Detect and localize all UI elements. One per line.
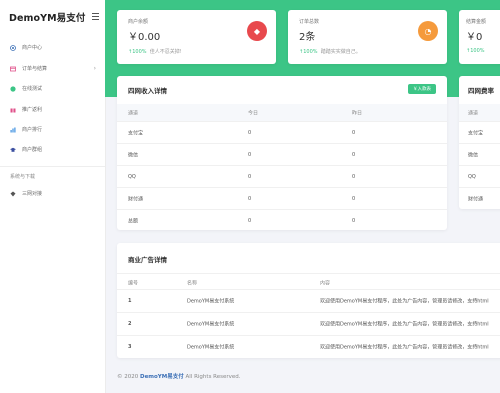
column-header: 内容 [320,280,331,286]
panel-title: 商业广告详情 [128,256,167,264]
table-row: 支付宝 [459,121,500,144]
column-header: 编号 [128,280,139,286]
stat-percent: 100% [470,48,485,54]
ads-panel: 商业广告详情 编号 名称 内容 1 DemoYM易支付系统 欢迎使用DemoYM易支… [117,243,500,358]
diamond-icon: ◆ [247,21,267,41]
stat-value: ￥0 [466,32,483,43]
test-icon [10,85,16,92]
table-row: QQ 0 0 [117,165,447,188]
stat-note: 踏踏实实做自己。 [320,49,361,55]
income-panel: 四网收入详情 ￥入款表 通道 今日 昨日 支付宝 0 0 微信 0 0 QQ 0 0 财付通… [117,76,447,230]
footer-copyright: © 2020 [117,374,139,380]
sidebar-section-title: 系统与下载 [10,174,36,180]
column-header: 通道 [468,110,479,116]
stat-value: ￥0.00 [128,32,161,43]
sidebar-item-label: 在线测试 [22,86,43,92]
stat-value: 2条 [299,32,316,43]
menu-toggle-icon[interactable] [92,13,99,22]
table-row: 3 DemoYM易支付系统 欢迎使用DemoYM易支付程序，此处为广告内容，管理员请… [117,335,500,358]
grad-cap-icon [10,147,16,153]
deposit-table-button[interactable]: ￥入款表 [408,84,436,94]
stat-subtext: ↑100% 佳人不忍关掉! [128,48,182,55]
sidebar-item-groups[interactable]: 商户群组 [10,146,96,153]
column-header: 通道 [128,110,139,116]
pie-icon: ◔ [418,21,438,41]
column-header: 昨日 [352,110,363,116]
stat-card-balance: 商户余额 ￥0.00 ↑100% 佳人不忍关掉! ◆ [117,10,276,64]
stat-note: 佳人不忍关掉! [149,49,182,55]
sidebar-item-online-test[interactable]: 在线测试 [10,85,96,92]
table-row: 支付宝 0 0 [117,121,447,144]
table-row: 微信 [459,143,500,166]
panel-title: 四网收入详情 [128,87,167,95]
footer-brand-link[interactable]: DemoYM易支付 [140,374,184,380]
table-row: 财付通 [459,187,500,209]
column-header: 今日 [248,110,259,116]
gift-icon [10,107,16,113]
table-row: 微信 0 0 [117,143,447,166]
footer-rights: All Rights Reserved. [185,374,241,380]
sidebar-item-label: 商户中心 [22,45,43,51]
sidebar-item-ranking[interactable]: 商户排行 [10,126,96,133]
stat-label: 结算金额 [466,19,487,25]
sidebar-item-referral[interactable]: 推广返利 [10,106,96,113]
chart-icon [10,127,16,133]
stat-subtext: ↑100% 踏踏实实做自己。 [299,48,361,55]
chevron-right-icon: › [93,65,96,72]
home-icon [10,44,16,51]
fee-panel: 四网费率 通道 支付宝 微信 QQ 财付通 [459,76,500,209]
stat-label: 订单总数 [299,19,320,25]
table-row: 2 DemoYM易支付系统 欢迎使用DemoYM易支付程序，此处为广告内容，管理员请… [117,312,500,335]
sidebar-item-merchant-center[interactable]: 商户中心 [10,44,96,51]
footer: © 2020 DemoYM易支付 All Rights Reserved. [117,372,241,380]
brand-logo[interactable]: DemoYM易支付 [9,10,86,24]
stat-percent: 100% [132,49,147,55]
sidebar-item-orders[interactable]: 订单与结算 › [10,65,96,72]
sidebar-divider [0,166,105,167]
sidebar-item-label: 三网对接 [22,191,43,197]
diamond-icon [10,191,16,197]
card-icon [10,66,16,72]
sidebar-item-label: 订单与结算 [22,66,48,72]
table-header: 通道 今日 昨日 [117,104,447,121]
stat-card-orders: 订单总数 2条 ↑100% 踏踏实实做自己。 ◔ [288,10,447,64]
sidebar-item-label: 商户群组 [22,147,43,153]
panel-title: 四网费率 [468,87,494,95]
stat-subtext: ↑100% [466,48,485,54]
sidebar-item-label: 推广返利 [22,107,43,113]
stat-percent: 100% [303,49,318,55]
table-row: 财付通 0 0 [117,187,447,210]
stat-card-settlement: 结算金额 ￥0 ↑100% [459,10,500,64]
table-row: QQ [459,165,500,188]
table-row: 1 DemoYM易支付系统 欢迎使用DemoYM易支付程序，此处为广告内容，管理员请… [117,289,500,312]
table-header: 通道 [459,104,500,121]
sidebar-item-tri-network[interactable]: 三网对接 [10,190,96,197]
stat-label: 商户余额 [128,19,149,25]
table-row: 总额 0 0 [117,209,447,230]
sidebar: DemoYM易支付 商户中心 订单与结算 › 在线测试 推广返利 商户排行 商户… [0,0,106,393]
column-header: 名称 [187,280,198,286]
sidebar-item-label: 商户排行 [22,127,43,133]
